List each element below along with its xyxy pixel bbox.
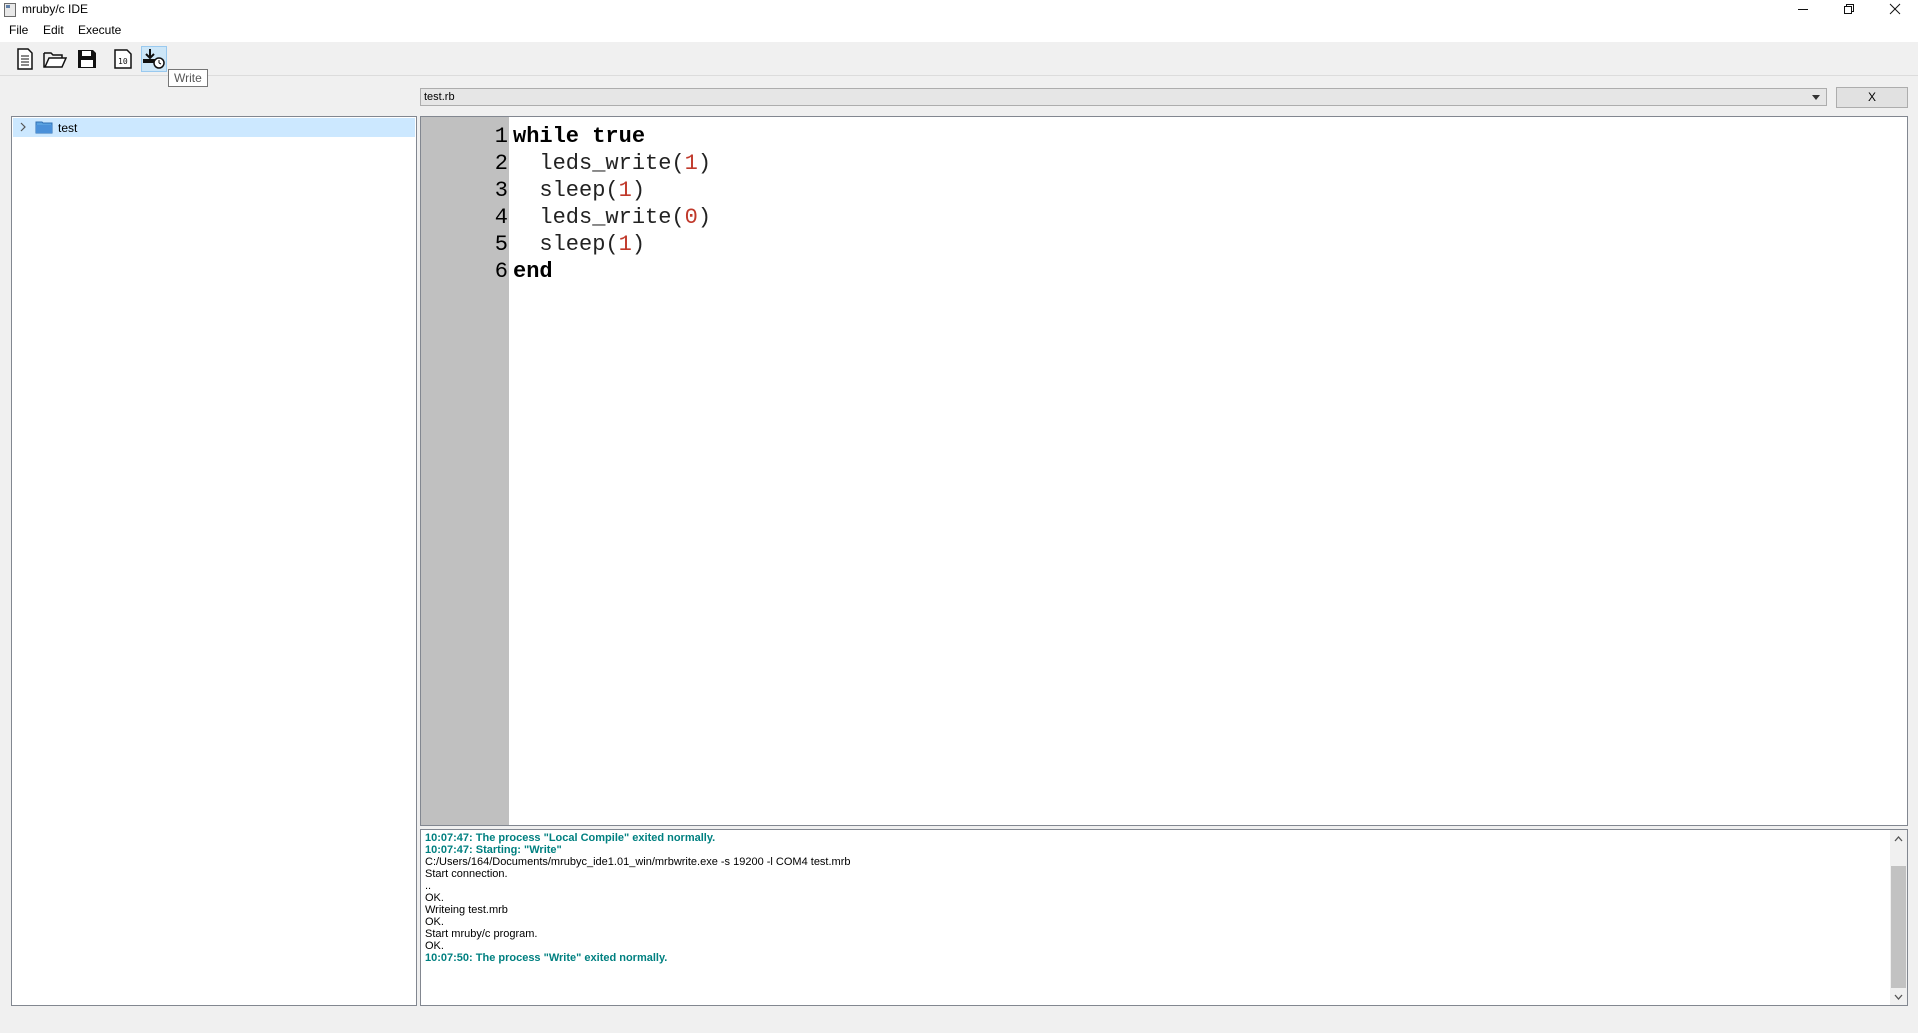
output-scrollbar[interactable] (1890, 830, 1907, 1005)
scroll-down-icon[interactable] (1890, 988, 1907, 1005)
restore-button[interactable] (1826, 0, 1872, 18)
scrollbar-thumb[interactable] (1891, 866, 1906, 988)
menu-bar: File Edit Execute (0, 20, 1918, 42)
output-status-line: 10:07:47: The process "Local Compile" ex… (425, 832, 716, 844)
file-select-value: test.rb (424, 91, 455, 103)
number-token: 1 (684, 151, 698, 176)
file-select[interactable]: test.rb (420, 88, 1827, 106)
keyword-token: end (513, 259, 553, 284)
save-button[interactable] (74, 46, 100, 72)
chevron-down-icon (1812, 95, 1820, 100)
minimize-icon (1798, 9, 1808, 10)
code-token: leds_write( (513, 205, 685, 230)
line-code: while true (513, 123, 645, 150)
code-token: ) (697, 205, 712, 230)
window-title: mruby/c IDE (22, 2, 89, 16)
code-token: ) (631, 178, 646, 203)
line-number: 2 (494, 151, 508, 176)
write-button[interactable] (141, 46, 167, 72)
code-token: sleep( (513, 178, 619, 203)
line-code: sleep(1) (513, 231, 645, 258)
open-folder-icon (43, 52, 67, 68)
output-status-line: 10:07:47: Starting: "Write" (425, 844, 562, 856)
new-file-icon (17, 48, 33, 70)
output-console: 10:07:47: The process "Local Compile" ex… (420, 829, 1908, 1006)
line-code: sleep(1) (513, 177, 645, 204)
svg-text:10: 10 (118, 57, 128, 66)
line-number: 6 (494, 259, 508, 284)
output-line: .. (425, 880, 432, 892)
save-icon (78, 50, 96, 68)
write-icon (143, 49, 165, 69)
output-line: OK. (425, 916, 444, 928)
code-token: ) (697, 151, 712, 176)
folder-icon (35, 121, 53, 134)
code-editor[interactable]: 1 while true 2 leds_write(1) 3 sleep(1) 4 le… (420, 116, 1908, 826)
output-line: OK. (425, 940, 444, 952)
number-token: 1 (618, 232, 632, 257)
minimize-button[interactable] (1780, 0, 1826, 18)
project-tree: test (11, 116, 417, 1006)
keyword-token: while true (513, 124, 646, 149)
output-status-line: 10:07:50: The process "Write" exited nor… (425, 952, 668, 964)
line-code: leds_write(0) (513, 204, 711, 231)
output-line: OK. (425, 892, 444, 904)
line-number: 3 (494, 178, 508, 203)
close-icon (1889, 3, 1901, 15)
number-token: 1 (618, 178, 632, 203)
code-token: ) (631, 232, 646, 257)
output-line: Start mruby/c program. (425, 928, 538, 940)
line-code: end (513, 258, 553, 285)
new-file-button[interactable] (12, 46, 38, 72)
toolbar: 10 (0, 42, 1918, 76)
compile-button[interactable]: 10 (110, 46, 136, 72)
code-token: sleep( (513, 232, 619, 257)
tree-item-label: test (58, 121, 78, 135)
menu-edit[interactable]: Edit (43, 23, 64, 37)
open-folder-button[interactable] (42, 46, 68, 72)
output-line: C:/Users/164/Documents/mrubyc_ide1.01_wi… (425, 856, 851, 868)
tree-item-test[interactable]: test (13, 118, 415, 137)
restore-icon (1844, 4, 1854, 14)
menu-execute[interactable]: Execute (78, 23, 121, 37)
title-bar: mruby/c IDE (0, 0, 1918, 20)
code-token: leds_write( (513, 151, 685, 176)
output-line: Writeing test.mrb (425, 904, 508, 916)
scroll-up-icon[interactable] (1890, 830, 1907, 847)
tooltip: Write (168, 69, 208, 87)
chevron-right-icon[interactable] (19, 122, 27, 132)
number-token: 0 (684, 205, 698, 230)
close-window-button[interactable] (1872, 0, 1918, 18)
menu-file[interactable]: File (9, 23, 28, 37)
line-number: 4 (494, 205, 508, 230)
line-code: leds_write(1) (513, 150, 711, 177)
line-number: 5 (494, 232, 508, 257)
line-number: 1 (494, 124, 508, 149)
app-icon (4, 3, 16, 17)
close-file-button[interactable]: X (1836, 87, 1908, 108)
compile-icon: 10 (114, 49, 132, 69)
output-line: Start connection. (425, 868, 508, 880)
